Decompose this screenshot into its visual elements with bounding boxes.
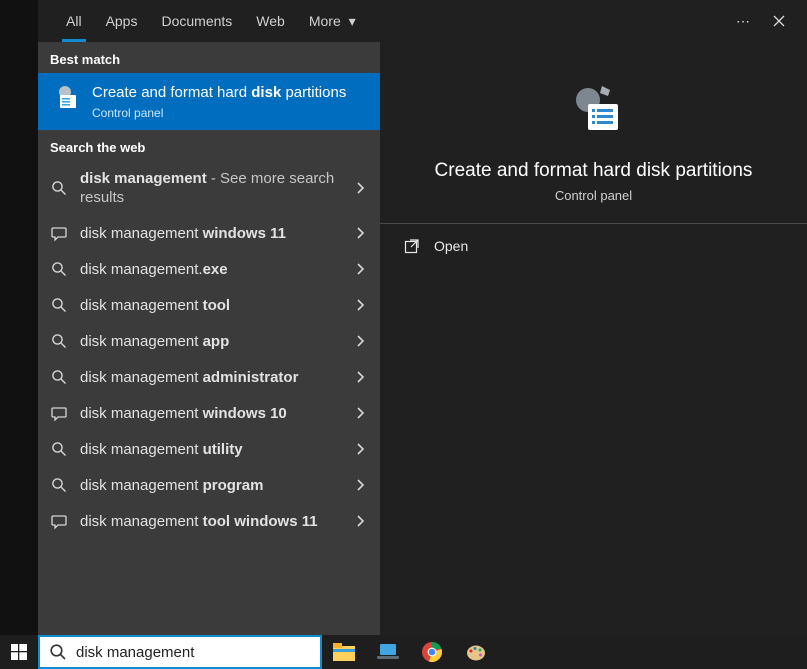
chevron-down-icon: ▾	[349, 13, 356, 29]
web-result-1[interactable]: disk management windows 11	[38, 215, 380, 251]
best-match-title: Create and format hard disk partitions	[92, 83, 346, 103]
web-result-2[interactable]: disk management.exe	[38, 251, 380, 287]
chevron-right-icon	[352, 479, 370, 491]
search-icon	[50, 369, 68, 385]
open-action[interactable]: Open	[380, 224, 807, 268]
laptop-icon	[376, 643, 400, 661]
best-match-item[interactable]: Create and format hard disk partitions C…	[38, 73, 380, 130]
result-text: disk management tool windows 11	[80, 512, 340, 531]
search-icon	[50, 261, 68, 277]
search-input[interactable]	[76, 637, 312, 667]
file-explorer-icon	[333, 643, 355, 661]
open-label: Open	[434, 238, 468, 254]
disk-partition-large-icon	[562, 78, 626, 142]
taskbar-app-chrome[interactable]	[410, 635, 454, 669]
web-result-0[interactable]: disk management - See more search result…	[38, 161, 380, 215]
web-result-8[interactable]: disk management program	[38, 467, 380, 503]
close-button[interactable]	[761, 6, 797, 36]
taskbar-app-laptop[interactable]	[366, 635, 410, 669]
detail-panel: Create and format hard disk partitions C…	[380, 42, 807, 635]
taskbar	[0, 635, 807, 669]
search-icon	[48, 643, 68, 661]
windows-icon	[11, 644, 27, 660]
web-result-4[interactable]: disk management app	[38, 323, 380, 359]
start-button[interactable]	[0, 635, 38, 669]
chevron-right-icon	[352, 227, 370, 239]
taskbar-search-box[interactable]	[38, 635, 322, 669]
web-result-3[interactable]: disk management tool	[38, 287, 380, 323]
open-icon	[404, 238, 420, 254]
chevron-right-icon	[352, 407, 370, 419]
paint-icon	[466, 642, 486, 662]
disk-partition-icon	[50, 83, 80, 113]
chevron-right-icon	[352, 443, 370, 455]
web-result-5[interactable]: disk management administrator	[38, 359, 380, 395]
tab-more-label: More	[309, 13, 341, 29]
search-icon	[50, 333, 68, 349]
search-icon	[50, 180, 68, 196]
search-web-header: Search the web	[38, 130, 380, 161]
chevron-right-icon	[352, 371, 370, 383]
result-text: disk management tool	[80, 296, 340, 315]
chat-icon	[50, 513, 68, 529]
best-match-icon	[50, 83, 80, 113]
result-text: disk management administrator	[80, 368, 340, 387]
more-options-button[interactable]: ⋯	[725, 6, 761, 36]
tab-documents[interactable]: Documents	[149, 0, 244, 42]
chevron-right-icon	[352, 335, 370, 347]
result-text: disk management - See more search result…	[80, 169, 340, 207]
chat-icon	[50, 405, 68, 421]
detail-title: Create and format hard disk partitions	[400, 160, 787, 182]
chrome-icon	[422, 642, 442, 662]
detail-subtitle: Control panel	[400, 188, 787, 203]
chevron-right-icon	[352, 299, 370, 311]
web-result-7[interactable]: disk management utility	[38, 431, 380, 467]
tab-web[interactable]: Web	[244, 0, 297, 42]
tabs-row: All Apps Documents Web More ▾ ⋯	[38, 0, 807, 42]
taskbar-app-explorer[interactable]	[322, 635, 366, 669]
result-text: disk management windows 10	[80, 404, 340, 423]
result-text: disk management.exe	[80, 260, 340, 279]
web-result-9[interactable]: disk management tool windows 11	[38, 503, 380, 539]
result-text: disk management app	[80, 332, 340, 351]
web-result-6[interactable]: disk management windows 10	[38, 395, 380, 431]
result-text: disk management windows 11	[80, 224, 340, 243]
chevron-right-icon	[352, 182, 370, 194]
tab-apps[interactable]: Apps	[94, 0, 150, 42]
result-text: disk management utility	[80, 440, 340, 459]
results-panel: Best match Create and format hard disk p…	[38, 42, 380, 635]
best-match-subtitle: Control panel	[92, 106, 346, 120]
detail-icon	[562, 78, 626, 142]
taskbar-app-paint[interactable]	[454, 635, 498, 669]
chevron-right-icon	[352, 515, 370, 527]
best-match-header: Best match	[38, 42, 380, 73]
search-icon	[50, 297, 68, 313]
tab-more[interactable]: More ▾	[297, 0, 368, 42]
close-icon	[773, 15, 785, 27]
chat-icon	[50, 225, 68, 241]
search-icon	[50, 441, 68, 457]
chevron-right-icon	[352, 263, 370, 275]
search-icon	[50, 477, 68, 493]
tab-all[interactable]: All	[54, 0, 94, 42]
result-text: disk management program	[80, 476, 340, 495]
ellipsis-icon: ⋯	[736, 13, 750, 30]
